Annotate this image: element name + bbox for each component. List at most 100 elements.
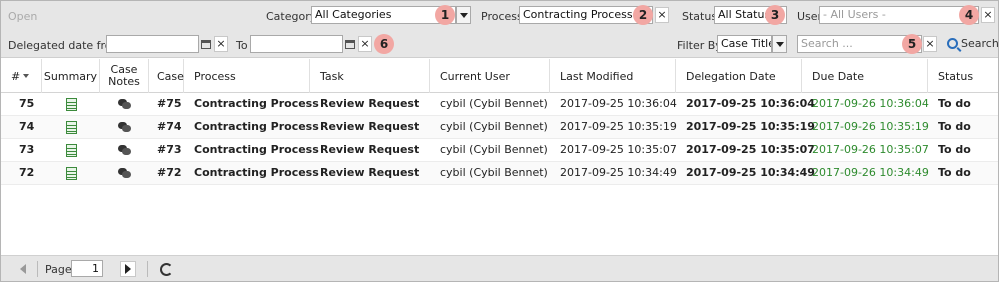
row-number: 75 [19, 97, 35, 110]
current-user: cybil (Cybil Bennet) [440, 166, 548, 179]
column-header-process[interactable]: Process [184, 59, 310, 93]
case-notes-icon[interactable] [100, 139, 149, 162]
current-user: cybil (Cybil Bennet) [440, 143, 548, 156]
due-date: 2017-09-26 10:35:07 [812, 143, 929, 156]
to-label: To [236, 39, 248, 52]
next-page-button[interactable] [120, 261, 136, 277]
delegation-date: 2017-09-25 10:34:49 [686, 166, 815, 179]
case-notes-icon[interactable] [100, 93, 149, 116]
case-notes-icon[interactable] [100, 162, 149, 185]
table-row[interactable]: 73 #73 Contracting Process Review Reques… [1, 139, 998, 162]
due-date: 2017-09-26 10:36:04 [812, 97, 929, 110]
filter-by-select[interactable]: Case Title [717, 35, 772, 53]
status-value: To do [938, 166, 971, 179]
column-header-due-date[interactable]: Due Date [802, 59, 928, 93]
previous-page-button[interactable] [15, 261, 31, 277]
process-name: Contracting Process [194, 97, 319, 110]
chevron-down-icon [775, 41, 784, 47]
process-name: Contracting Process [194, 143, 319, 156]
summary-icon[interactable] [42, 139, 100, 162]
summary-icon[interactable] [42, 93, 100, 116]
search-icon [947, 38, 958, 49]
category-dropdown-button[interactable] [456, 6, 471, 24]
clear-to-date-icon[interactable]: × [358, 36, 372, 52]
cases-window: Open Category All Categories 1 Process C… [0, 0, 999, 282]
search-button-label: Search [961, 37, 999, 50]
status-label: Status [682, 10, 718, 23]
open-button[interactable]: Open [8, 10, 37, 23]
case-number: #75 [157, 97, 182, 110]
column-header-task[interactable]: Task [310, 59, 430, 93]
column-header-case-notes[interactable]: Case Notes [100, 59, 149, 93]
table-row[interactable]: 74 #74 Contracting Process Review Reques… [1, 116, 998, 139]
delegation-date: 2017-09-25 10:36:04 [686, 97, 815, 110]
annotation-badge-1: 1 [435, 5, 455, 25]
clear-user-icon[interactable]: × [981, 7, 995, 23]
pager-divider [147, 261, 148, 277]
annotation-badge-3: 3 [765, 5, 785, 25]
status-value: To do [938, 120, 971, 133]
column-header-number[interactable]: # [1, 59, 42, 93]
table-row[interactable]: 75 #75 Contracting Process Review Reques… [1, 93, 998, 116]
column-header-case[interactable]: Case [149, 59, 184, 93]
annotation-badge-5: 5 [902, 34, 922, 54]
search-button[interactable]: Search [947, 37, 999, 50]
filter-toolbar: Open Category All Categories 1 Process C… [1, 1, 999, 58]
page-label: Page [45, 263, 72, 276]
column-header-delegation-date[interactable]: Delegation Date [676, 59, 802, 93]
refresh-icon [159, 262, 173, 276]
column-header-summary[interactable]: Summary [42, 59, 100, 93]
annotation-badge-4: 4 [959, 5, 979, 25]
column-header-last-modified[interactable]: Last Modified [550, 59, 676, 93]
task-name: Review Request [320, 120, 420, 133]
grid-header: # Summary Case Notes Case Process Task C… [1, 59, 998, 93]
filter-by-label: Filter By [677, 39, 722, 52]
page-number-input[interactable]: 1 [71, 260, 103, 277]
task-name: Review Request [320, 143, 420, 156]
delegated-from-input[interactable] [106, 35, 199, 53]
chevron-left-icon [20, 264, 26, 274]
calendar-icon[interactable] [343, 36, 357, 52]
summary-icon[interactable] [42, 162, 100, 185]
user-input[interactable]: - All Users - [819, 6, 979, 24]
last-modified: 2017-09-25 10:35:19 [560, 120, 677, 133]
due-date: 2017-09-26 10:35:19 [812, 120, 929, 133]
annotation-badge-2: 2 [633, 5, 653, 25]
category-label: Category [266, 10, 317, 23]
pager-bar: Page 1 [1, 255, 998, 281]
column-header-status[interactable]: Status [928, 59, 998, 93]
last-modified: 2017-09-25 10:34:49 [560, 166, 677, 179]
chevron-right-icon [125, 264, 131, 274]
process-name: Contracting Process [194, 120, 319, 133]
last-modified: 2017-09-25 10:36:04 [560, 97, 677, 110]
row-number: 72 [19, 166, 35, 179]
process-name: Contracting Process [194, 166, 319, 179]
due-date: 2017-09-26 10:34:49 [812, 166, 929, 179]
delegated-to-input[interactable] [250, 35, 343, 53]
case-number: #73 [157, 143, 182, 156]
pager-divider [37, 261, 38, 277]
delegation-date: 2017-09-25 10:35:19 [686, 120, 815, 133]
annotation-badge-6: 6 [374, 34, 394, 54]
current-user: cybil (Cybil Bennet) [440, 120, 548, 133]
clear-search-icon[interactable]: × [923, 36, 937, 52]
table-row[interactable]: 72 #72 Contracting Process Review Reques… [1, 162, 998, 185]
refresh-button[interactable] [158, 261, 174, 277]
calendar-icon[interactable] [199, 36, 213, 52]
filter-by-dropdown-button[interactable] [772, 35, 787, 53]
clear-from-date-icon[interactable]: × [214, 36, 228, 52]
last-modified: 2017-09-25 10:35:07 [560, 143, 677, 156]
column-header-current-user[interactable]: Current User [430, 59, 550, 93]
sort-down-icon [23, 74, 30, 78]
chevron-down-icon [459, 12, 468, 18]
clear-process-icon[interactable]: × [655, 7, 669, 23]
task-name: Review Request [320, 97, 420, 110]
delegation-date: 2017-09-25 10:35:07 [686, 143, 815, 156]
status-value: To do [938, 143, 971, 156]
row-number: 73 [19, 143, 35, 156]
case-notes-icon[interactable] [100, 116, 149, 139]
status-value: To do [938, 97, 971, 110]
summary-icon[interactable] [42, 116, 100, 139]
current-user: cybil (Cybil Bennet) [440, 97, 548, 110]
case-number: #74 [157, 120, 182, 133]
